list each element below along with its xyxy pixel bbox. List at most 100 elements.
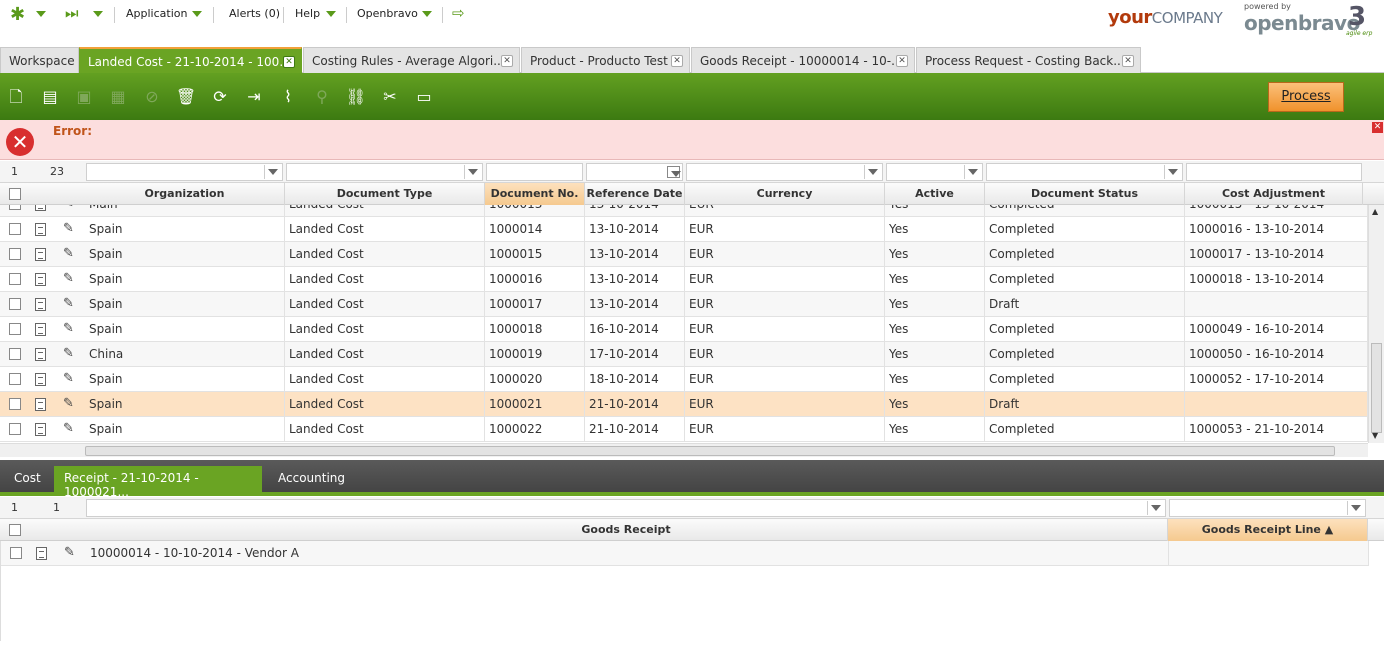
open-form-icon[interactable] xyxy=(35,323,46,336)
close-error-icon[interactable]: ✕ xyxy=(1372,122,1383,133)
tools-icon[interactable]: ✂ xyxy=(376,83,404,111)
column-header-goods-receipt-line[interactable]: Goods Receipt Line ▲ xyxy=(1168,519,1368,541)
filter-document-no[interactable] xyxy=(486,163,583,181)
edit-row-icon[interactable]: ✎ xyxy=(64,545,75,560)
vertical-scrollbar[interactable]: ▲ ▼ xyxy=(1368,205,1384,443)
row-checkbox[interactable] xyxy=(9,223,21,235)
filter-document-status[interactable] xyxy=(986,163,1183,181)
open-form-icon[interactable] xyxy=(35,273,46,286)
table-row[interactable]: ✎ Spain Landed Cost 1000016 13-10-2014 EUR Yes… xyxy=(0,267,1368,292)
column-header-document-type[interactable]: Document Type xyxy=(285,183,485,205)
tab-goods-receipt[interactable]: Goods Receipt - 10000014 - 10-... ✕ xyxy=(691,47,915,73)
row-checkbox[interactable] xyxy=(9,273,21,285)
edit-row-icon[interactable]: ✎ xyxy=(63,296,74,311)
open-form-icon[interactable] xyxy=(36,547,47,560)
horizontal-scrollbar[interactable] xyxy=(0,443,1368,457)
close-tab-icon[interactable]: ✕ xyxy=(1122,55,1134,67)
quick-create-dropdown-icon[interactable] xyxy=(93,11,103,17)
view-toggle-icon[interactable]: ▭ xyxy=(410,83,438,111)
column-header-document-status[interactable]: Document Status xyxy=(985,183,1185,205)
tab-process-request[interactable]: Process Request - Costing Back... ✕ xyxy=(916,47,1141,73)
row-checkbox[interactable] xyxy=(10,547,22,559)
tab-landed-cost[interactable]: Landed Cost - 21-10-2014 - 100... ✕ xyxy=(79,47,302,73)
application-menu[interactable]: Application xyxy=(126,7,187,20)
column-header-cost-adjustment[interactable]: Cost Adjustment xyxy=(1185,183,1363,205)
table-row[interactable]: ✎ Spain Landed Cost 1000022 21-10-2014 EUR Yes… xyxy=(0,417,1368,442)
help-menu[interactable]: Help xyxy=(295,7,320,20)
save-close-icon[interactable]: ▦ xyxy=(104,83,132,111)
tab-accounting[interactable]: Accounting xyxy=(268,466,355,492)
edit-row-icon[interactable]: ✎ xyxy=(63,396,74,411)
refresh-icon[interactable]: ⟳ xyxy=(206,83,234,111)
row-checkbox[interactable] xyxy=(9,373,21,385)
horizontal-scroll-thumb[interactable] xyxy=(85,446,1335,456)
logout-icon[interactable]: ⇨ xyxy=(452,4,465,22)
filter-currency[interactable] xyxy=(686,163,883,181)
filter-goods-receipt[interactable] xyxy=(86,499,1166,517)
table-row[interactable]: ✎ Spain Landed Cost 1000018 16-10-2014 EUR Yes… xyxy=(0,317,1368,342)
row-checkbox[interactable] xyxy=(9,323,21,335)
user-dropdown-icon[interactable] xyxy=(422,11,432,17)
open-form-icon[interactable] xyxy=(35,223,46,236)
edit-row-icon[interactable]: ✎ xyxy=(63,221,74,236)
table-row[interactable]: ✎ China Landed Cost 1000019 17-10-2014 EUR Yes… xyxy=(0,342,1368,367)
filter-goods-receipt-line[interactable] xyxy=(1169,499,1366,517)
select-all-checkbox[interactable] xyxy=(9,524,21,536)
table-row[interactable]: ✎ Spain Landed Cost 1000020 18-10-2014 EUR Yes… xyxy=(0,367,1368,392)
row-checkbox[interactable] xyxy=(9,348,21,360)
close-tab-icon[interactable]: ✕ xyxy=(671,55,683,67)
scroll-thumb[interactable] xyxy=(1371,343,1382,433)
process-button[interactable]: Process xyxy=(1268,82,1344,112)
alerts-link[interactable]: Alerts (0) xyxy=(229,7,280,20)
select-all-checkbox[interactable] xyxy=(9,188,21,200)
table-row[interactable]: ✎ Spain Landed Cost 1000017 13-10-2014 EUR Yes… xyxy=(0,292,1368,317)
help-dropdown-icon[interactable] xyxy=(326,11,336,17)
open-form-icon[interactable] xyxy=(35,373,46,386)
row-checkbox[interactable] xyxy=(9,398,21,410)
edit-row-icon[interactable]: ✎ xyxy=(63,346,74,361)
quick-launch-dropdown-icon[interactable] xyxy=(36,11,46,17)
column-header-reference-date[interactable]: Reference Date xyxy=(585,183,685,205)
open-form-icon[interactable] xyxy=(35,348,46,361)
open-form-icon[interactable] xyxy=(35,423,46,436)
undo-icon[interactable]: ⊘ xyxy=(138,83,166,111)
open-form-icon[interactable] xyxy=(35,398,46,411)
edit-row-icon[interactable]: ✎ xyxy=(63,421,74,436)
user-menu[interactable]: Openbravo xyxy=(357,7,418,20)
column-header-currency[interactable]: Currency xyxy=(685,183,885,205)
column-header-goods-receipt[interactable]: Goods Receipt xyxy=(85,519,1168,541)
link-icon[interactable]: ⛓ xyxy=(342,83,370,111)
filter-cost-adjustment[interactable] xyxy=(1186,163,1362,181)
column-header-document-no[interactable]: Document No. ▲ xyxy=(485,183,585,222)
edit-row-icon[interactable]: ✎ xyxy=(63,321,74,336)
scroll-up-icon[interactable]: ▲ xyxy=(1372,207,1378,216)
table-row[interactable]: ✎ 10000014 - 10-10-2014 - Vendor A xyxy=(1,541,1369,566)
edit-row-icon[interactable]: ✎ xyxy=(63,371,74,386)
scroll-down-icon[interactable]: ▼ xyxy=(1372,431,1378,440)
close-tab-icon[interactable]: ✕ xyxy=(896,55,908,67)
export-icon[interactable]: ⇥ xyxy=(240,83,268,111)
attachment-icon[interactable]: ⌇ xyxy=(274,83,302,111)
filter-organization[interactable] xyxy=(86,163,283,181)
table-row[interactable]: ✎ Spain Landed Cost 1000021 21-10-2014 EUR Yes… xyxy=(0,392,1368,417)
row-checkbox[interactable] xyxy=(9,298,21,310)
row-checkbox[interactable] xyxy=(9,205,21,210)
application-dropdown-icon[interactable] xyxy=(192,11,202,17)
edit-row-icon[interactable]: ✎ xyxy=(63,205,74,211)
tab-workspace[interactable]: Workspace xyxy=(0,47,79,73)
tab-receipt[interactable]: Receipt - 21-10-2014 - 1000021... xyxy=(54,466,262,499)
quick-launch-icon[interactable]: ✱ xyxy=(10,4,25,25)
column-header-active[interactable]: Active xyxy=(885,183,985,205)
close-tab-icon[interactable]: ✕ xyxy=(283,56,295,68)
open-form-icon[interactable] xyxy=(35,205,46,211)
filter-document-type[interactable] xyxy=(286,163,483,181)
row-checkbox[interactable] xyxy=(9,423,21,435)
row-checkbox[interactable] xyxy=(9,248,21,260)
filter-active[interactable] xyxy=(886,163,983,181)
tab-cost[interactable]: Cost xyxy=(4,466,51,492)
edit-row-icon[interactable]: ✎ xyxy=(63,246,74,261)
tab-product[interactable]: Product - Producto Test ✕ xyxy=(521,47,690,73)
table-row[interactable]: ✎ MainLanded Cost100001313-10-2014EURYesC… xyxy=(0,205,1368,217)
save-icon[interactable]: ▣ xyxy=(70,83,98,111)
delete-icon[interactable]: 🗑 xyxy=(172,83,200,111)
